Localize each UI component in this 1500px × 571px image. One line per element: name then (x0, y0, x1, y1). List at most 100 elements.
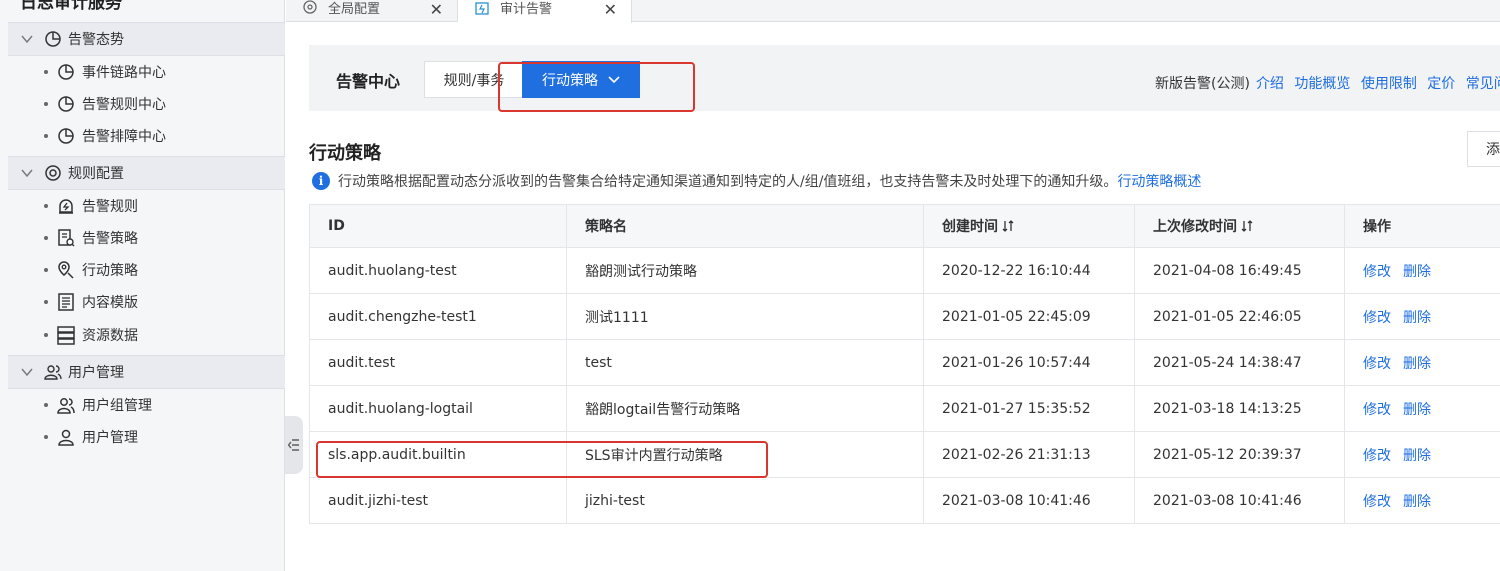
link-faq[interactable]: 常见问题 (1466, 76, 1500, 92)
tab-global-config[interactable]: 全局配置 ✕ (286, 0, 458, 22)
chevron-down-icon (21, 35, 33, 44)
sort-icon[interactable] (1002, 220, 1014, 232)
header-label: 策略名 (585, 219, 627, 235)
cell-modified-time: 2021-03-18 14:13:25 (1135, 386, 1345, 431)
header-policy-name: 策略名 (567, 205, 924, 247)
users-icon (57, 398, 75, 414)
tab-label: 审计告警 (500, 2, 553, 17)
cell-created-time: 2021-01-27 15:35:52 (924, 386, 1135, 431)
alert-center-title: 告警中心 (336, 72, 401, 91)
cell-created-time: 2021-01-05 22:45:09 (924, 294, 1135, 339)
cell-id: audit.test (310, 340, 567, 385)
sidebar-item-label: 用户组管理 (82, 398, 152, 414)
sidebar-item-content-template[interactable]: 内容模版 (44, 288, 138, 316)
sidebar-item-label: 告警策略 (82, 231, 138, 247)
tab-audit-alert[interactable]: 审计告警 ✕ (458, 0, 632, 23)
add-button-label: 添 (1486, 142, 1500, 158)
target-icon (45, 165, 61, 181)
delete-link[interactable]: 删除 (1403, 399, 1431, 419)
sidebar-group-user-management[interactable]: 用户管理 (8, 355, 285, 389)
cell-id: audit.huolang-logtail (310, 386, 567, 431)
link-intro[interactable]: 介绍 (1256, 76, 1284, 92)
tab-label: 全局配置 (328, 1, 381, 17)
sidebar-item-event-chain[interactable]: 事件链路中心 (44, 58, 166, 86)
header-id: ID (310, 205, 567, 247)
link-pricing[interactable]: 定价 (1427, 76, 1455, 92)
bullet-dot (44, 403, 48, 407)
collapse-menu-icon (288, 439, 299, 451)
header-modified-time[interactable]: 上次修改时间 (1135, 205, 1345, 247)
database-icon (57, 326, 75, 345)
sidebar-group-label: 规则配置 (68, 166, 124, 182)
cell-actions: 修改 删除 (1345, 294, 1500, 339)
sidebar-item-alert-rule-center[interactable]: 告警规则中心 (44, 90, 166, 118)
sort-icon[interactable] (1241, 220, 1253, 232)
sidebar-item-label: 内容模版 (82, 295, 138, 311)
sidebar-item-label: 事件链路中心 (82, 65, 166, 81)
cell-created-time: 2021-03-08 10:41:46 (924, 478, 1135, 523)
app-title: 日志审计服务 (20, 0, 122, 13)
cell-actions: 修改 删除 (1345, 340, 1500, 385)
delete-link[interactable]: 删除 (1403, 445, 1431, 465)
header-label: 操作 (1363, 219, 1391, 235)
table-row: audit.chengzhe-test1 测试1111 2021-01-05 22:… (310, 294, 1500, 340)
page: 日志审计服务 告警态势 事件链路中心 告警规则中心 告警排障中心 规则配置 告警… (0, 0, 1500, 571)
cell-id: audit.huolang-test (310, 248, 567, 293)
document-icon (58, 293, 74, 311)
document-search-icon (58, 229, 75, 247)
header-created-time[interactable]: 创建时间 (924, 205, 1135, 247)
edit-link[interactable]: 修改 (1363, 353, 1391, 373)
bullet-dot (44, 435, 48, 439)
cell-policy-name: test (567, 340, 924, 385)
segment-label: 规则/事务 (443, 72, 505, 89)
add-button[interactable]: 添 (1467, 131, 1500, 167)
link-action-policy-overview[interactable]: 行动策略概述 (1117, 171, 1201, 191)
pie-chart-icon (58, 64, 74, 80)
sidebar-item-alert-troubleshoot[interactable]: 告警排障中心 (44, 122, 166, 150)
sidebar-group-label: 用户管理 (68, 365, 124, 381)
link-usage-limits[interactable]: 使用限制 (1361, 76, 1417, 92)
header-label: 创建时间 (942, 219, 998, 235)
top-links: 新版告警(公测) 介绍 功能概览 使用限制 定价 常见问题 (1155, 73, 1500, 93)
sidebar-item-resource-data[interactable]: 资源数据 (44, 321, 138, 349)
edit-link[interactable]: 修改 (1363, 491, 1391, 511)
cell-modified-time: 2021-04-08 16:49:45 (1135, 248, 1345, 293)
sidebar-item-action-policy[interactable]: 行动策略 (44, 256, 138, 284)
location-pin-icon (58, 261, 74, 279)
sidebar-group-rule-config[interactable]: 规则配置 (8, 156, 285, 190)
sidebar-item-alert-rules[interactable]: 告警规则 (44, 192, 138, 220)
delete-link[interactable]: 删除 (1403, 491, 1431, 511)
edit-link[interactable]: 修改 (1363, 307, 1391, 327)
sidebar-item-label: 行动策略 (82, 263, 138, 279)
header-actions: 操作 (1345, 205, 1500, 247)
cell-created-time: 2021-02-26 21:31:13 (924, 432, 1135, 477)
pie-chart-icon (58, 128, 74, 144)
chevron-down-icon (21, 169, 33, 178)
sidebar-item-users[interactable]: 用户管理 (44, 423, 138, 451)
sidebar-item-user-groups[interactable]: 用户组管理 (44, 391, 152, 419)
sidebar-item-alert-policy[interactable]: 告警策略 (44, 224, 138, 252)
close-icon[interactable]: ✕ (604, 0, 617, 19)
table-body: audit.huolang-test 豁朗测试行动策略 2020-12-22 16:… (310, 248, 1500, 524)
cell-policy-name: 测试1111 (567, 294, 924, 339)
close-icon[interactable]: ✕ (430, 0, 443, 19)
tab-bar: 全局配置 ✕ 审计告警 ✕ (286, 0, 1500, 23)
edit-link[interactable]: 修改 (1363, 445, 1391, 465)
info-line: i 行动策略根据配置动态分派收到的告警集合给特定通知渠道通知到特定的人/组/值班… (312, 171, 1201, 191)
link-feature-overview[interactable]: 功能概览 (1294, 76, 1350, 92)
delete-link[interactable]: 删除 (1403, 307, 1431, 327)
cell-modified-time: 2021-03-08 10:41:46 (1135, 478, 1345, 523)
info-icon: i (312, 172, 330, 190)
sidebar-collapse-toggle[interactable] (285, 416, 303, 474)
edit-link[interactable]: 修改 (1363, 399, 1391, 419)
sidebar-group-alert-situation[interactable]: 告警态势 (8, 22, 285, 56)
sidebar-item-label: 用户管理 (82, 430, 138, 446)
cell-actions: 修改 删除 (1345, 248, 1500, 293)
delete-link[interactable]: 删除 (1403, 261, 1431, 281)
new-alert-label: 新版告警(公测) (1155, 76, 1250, 92)
table-header-row: ID 策略名 创建时间 上次修改时间 操作 (310, 205, 1500, 248)
bullet-dot (44, 300, 48, 304)
bullet-dot (44, 204, 48, 208)
edit-link[interactable]: 修改 (1363, 261, 1391, 281)
delete-link[interactable]: 删除 (1403, 353, 1431, 373)
